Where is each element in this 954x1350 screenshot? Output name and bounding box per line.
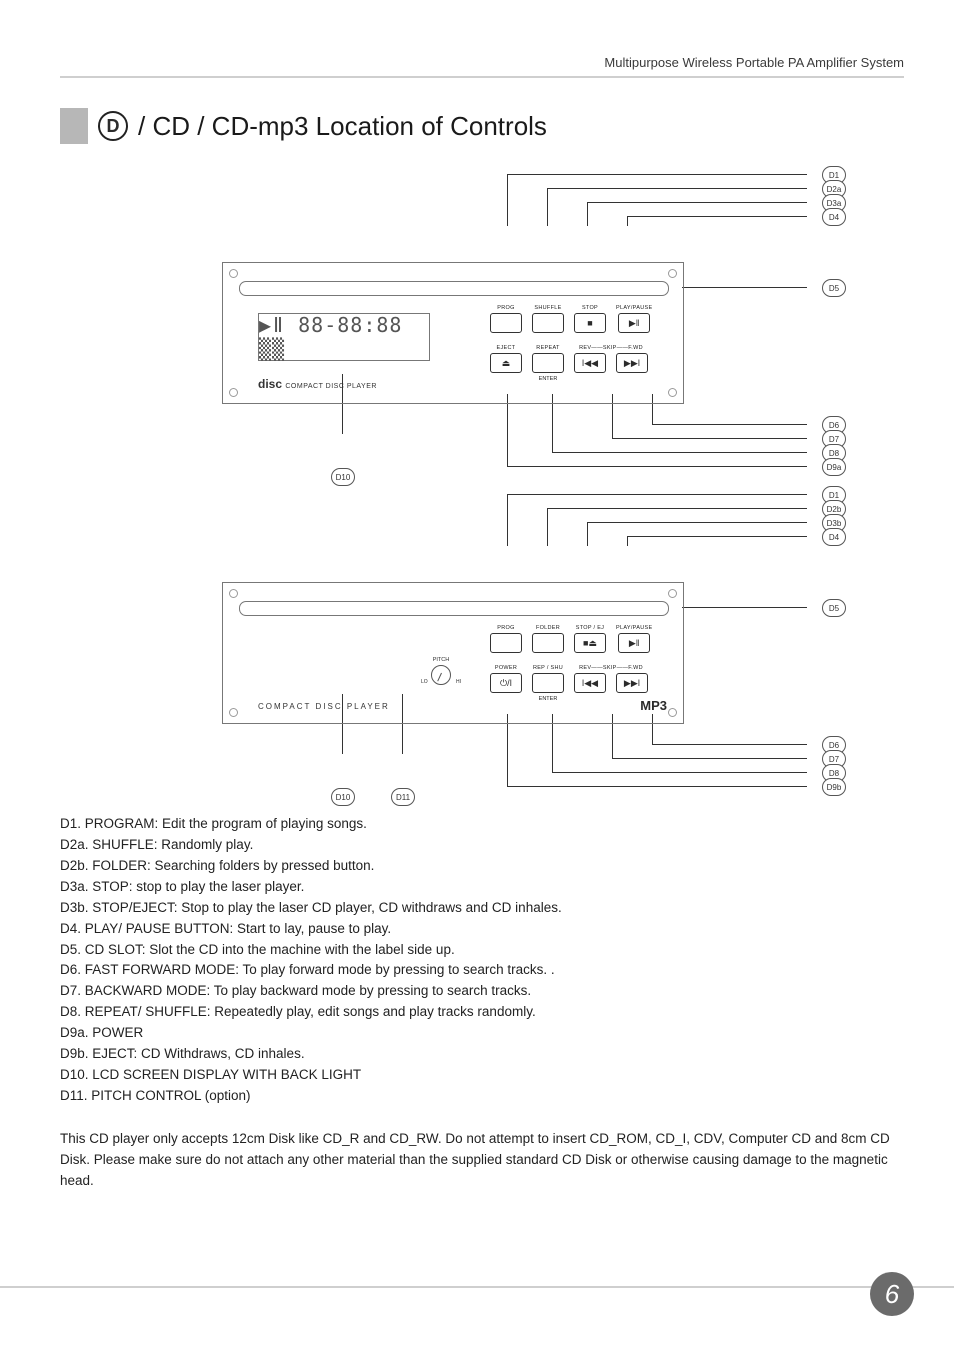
legend-line: D3b. STOP/EJECT: Stop to play the laser …	[60, 898, 904, 919]
panel-button: ■	[574, 313, 606, 333]
section-title: / CD / CD-mp3 Location of Controls	[138, 111, 547, 142]
cd-slot	[239, 601, 669, 616]
panel-button: ▶ǁ	[618, 633, 650, 653]
section-letter-circle: D	[98, 111, 128, 141]
button-row-bottom: EJECT⏏REPEATENTERREV——SKIP——F.WDǀ◀◀▶▶ǀ	[490, 345, 648, 382]
panel-button	[532, 633, 564, 653]
disc-brand: disc COMPACT DISC PLAYER	[258, 377, 377, 391]
callout: D4	[822, 528, 846, 546]
cd-panel-diagram-2: D1 D2b D3b D4 D5 D6 D7 D8 D9b D10 D11 PI…	[132, 494, 832, 784]
callout: D9a	[822, 458, 846, 476]
mp3-badge: MP3	[640, 698, 667, 713]
cd-panel-1: ▶ǁ 88‑88:88 ▒▒ disc COMPACT DISC PLAYER …	[222, 262, 684, 404]
panel-button	[532, 353, 564, 373]
skip-rev-button: ǀ◀◀	[574, 353, 606, 373]
legend-line: D2b. FOLDER: Searching folders by presse…	[60, 856, 904, 877]
panel-button: ⏏	[490, 353, 522, 373]
legend-line: D1. PROGRAM: Edit the program of playing…	[60, 814, 904, 835]
legend-line: D9a. POWER	[60, 1023, 904, 1044]
callout: D10	[331, 468, 355, 486]
legend-line: D8. REPEAT/ SHUFFLE: Repeatedly play, ed…	[60, 1002, 904, 1023]
doc-header: Multipurpose Wireless Portable PA Amplif…	[604, 55, 904, 70]
panel-button	[490, 633, 522, 653]
button-row-top: PROGSHUFFLESTOP■PLAY/PAUSE▶ǁ	[490, 305, 652, 333]
page-number-badge: 6	[870, 1272, 914, 1316]
legend-line: D11. PITCH CONTROL (option)	[60, 1086, 904, 1107]
panel-button: ⏻/ǀ	[490, 673, 522, 693]
callout: D4	[822, 208, 846, 226]
callout: D5	[822, 599, 846, 617]
disc-compatibility-note: This CD player only accepts 12cm Disk li…	[60, 1129, 904, 1192]
pitch-knob: PITCH LO HI	[423, 653, 459, 689]
legend-line: D7. BACKWARD MODE: To play backward mode…	[60, 981, 904, 1002]
panel-button: ▶ǁ	[618, 313, 650, 333]
cd-panel-2: PITCH LO HI COMPACT DISC PLAYER PROGFOLD…	[222, 582, 684, 724]
compact-disc-brand: COMPACT DISC PLAYER	[258, 702, 390, 711]
legend-line: D6. FAST FORWARD MODE: To play forward m…	[60, 960, 904, 981]
legend-line: D4. PLAY/ PAUSE BUTTON: Start to lay, pa…	[60, 919, 904, 940]
section-title-row: D / CD / CD-mp3 Location of Controls	[60, 108, 904, 144]
header-rule	[60, 76, 904, 78]
button-row-top: PROGFOLDERSTOP / EJ■⏏PLAY/PAUSE▶ǁ	[490, 625, 652, 653]
callout: D10	[331, 788, 355, 806]
callout: D9b	[822, 778, 846, 796]
callout: D11	[391, 788, 415, 806]
legend-line: D2a. SHUFFLE: Randomly play.	[60, 835, 904, 856]
legend-line: D10. LCD SCREEN DISPLAY WITH BACK LIGHT	[60, 1065, 904, 1086]
skip-fwd-button: ▶▶ǀ	[616, 353, 648, 373]
panel-button: ■⏏	[574, 633, 606, 653]
title-chip	[60, 108, 88, 144]
panel-button	[532, 673, 564, 693]
panel-button	[532, 313, 564, 333]
controls-legend: D1. PROGRAM: Edit the program of playing…	[60, 814, 904, 1107]
cd-slot	[239, 281, 669, 296]
legend-line: D3a. STOP: stop to play the laser player…	[60, 877, 904, 898]
skip-rev-button: ǀ◀◀	[574, 673, 606, 693]
panel-button	[490, 313, 522, 333]
callout: D5	[822, 279, 846, 297]
legend-line: D5. CD SLOT: Slot the CD into the machin…	[60, 940, 904, 961]
cd-panel-diagram-1: D1 D2a D3a D4 D5 D6 D7 D8 D9a D10 ▶ǁ 88‑…	[132, 174, 832, 464]
button-row-bottom: POWER⏻/ǀREP / SHUENTERREV——SKIP——F.WDǀ◀◀…	[490, 665, 648, 702]
lcd-display: ▶ǁ 88‑88:88 ▒▒	[258, 313, 430, 361]
skip-fwd-button: ▶▶ǀ	[616, 673, 648, 693]
legend-line: D9b. EJECT: CD Withdraws, CD inhales.	[60, 1044, 904, 1065]
